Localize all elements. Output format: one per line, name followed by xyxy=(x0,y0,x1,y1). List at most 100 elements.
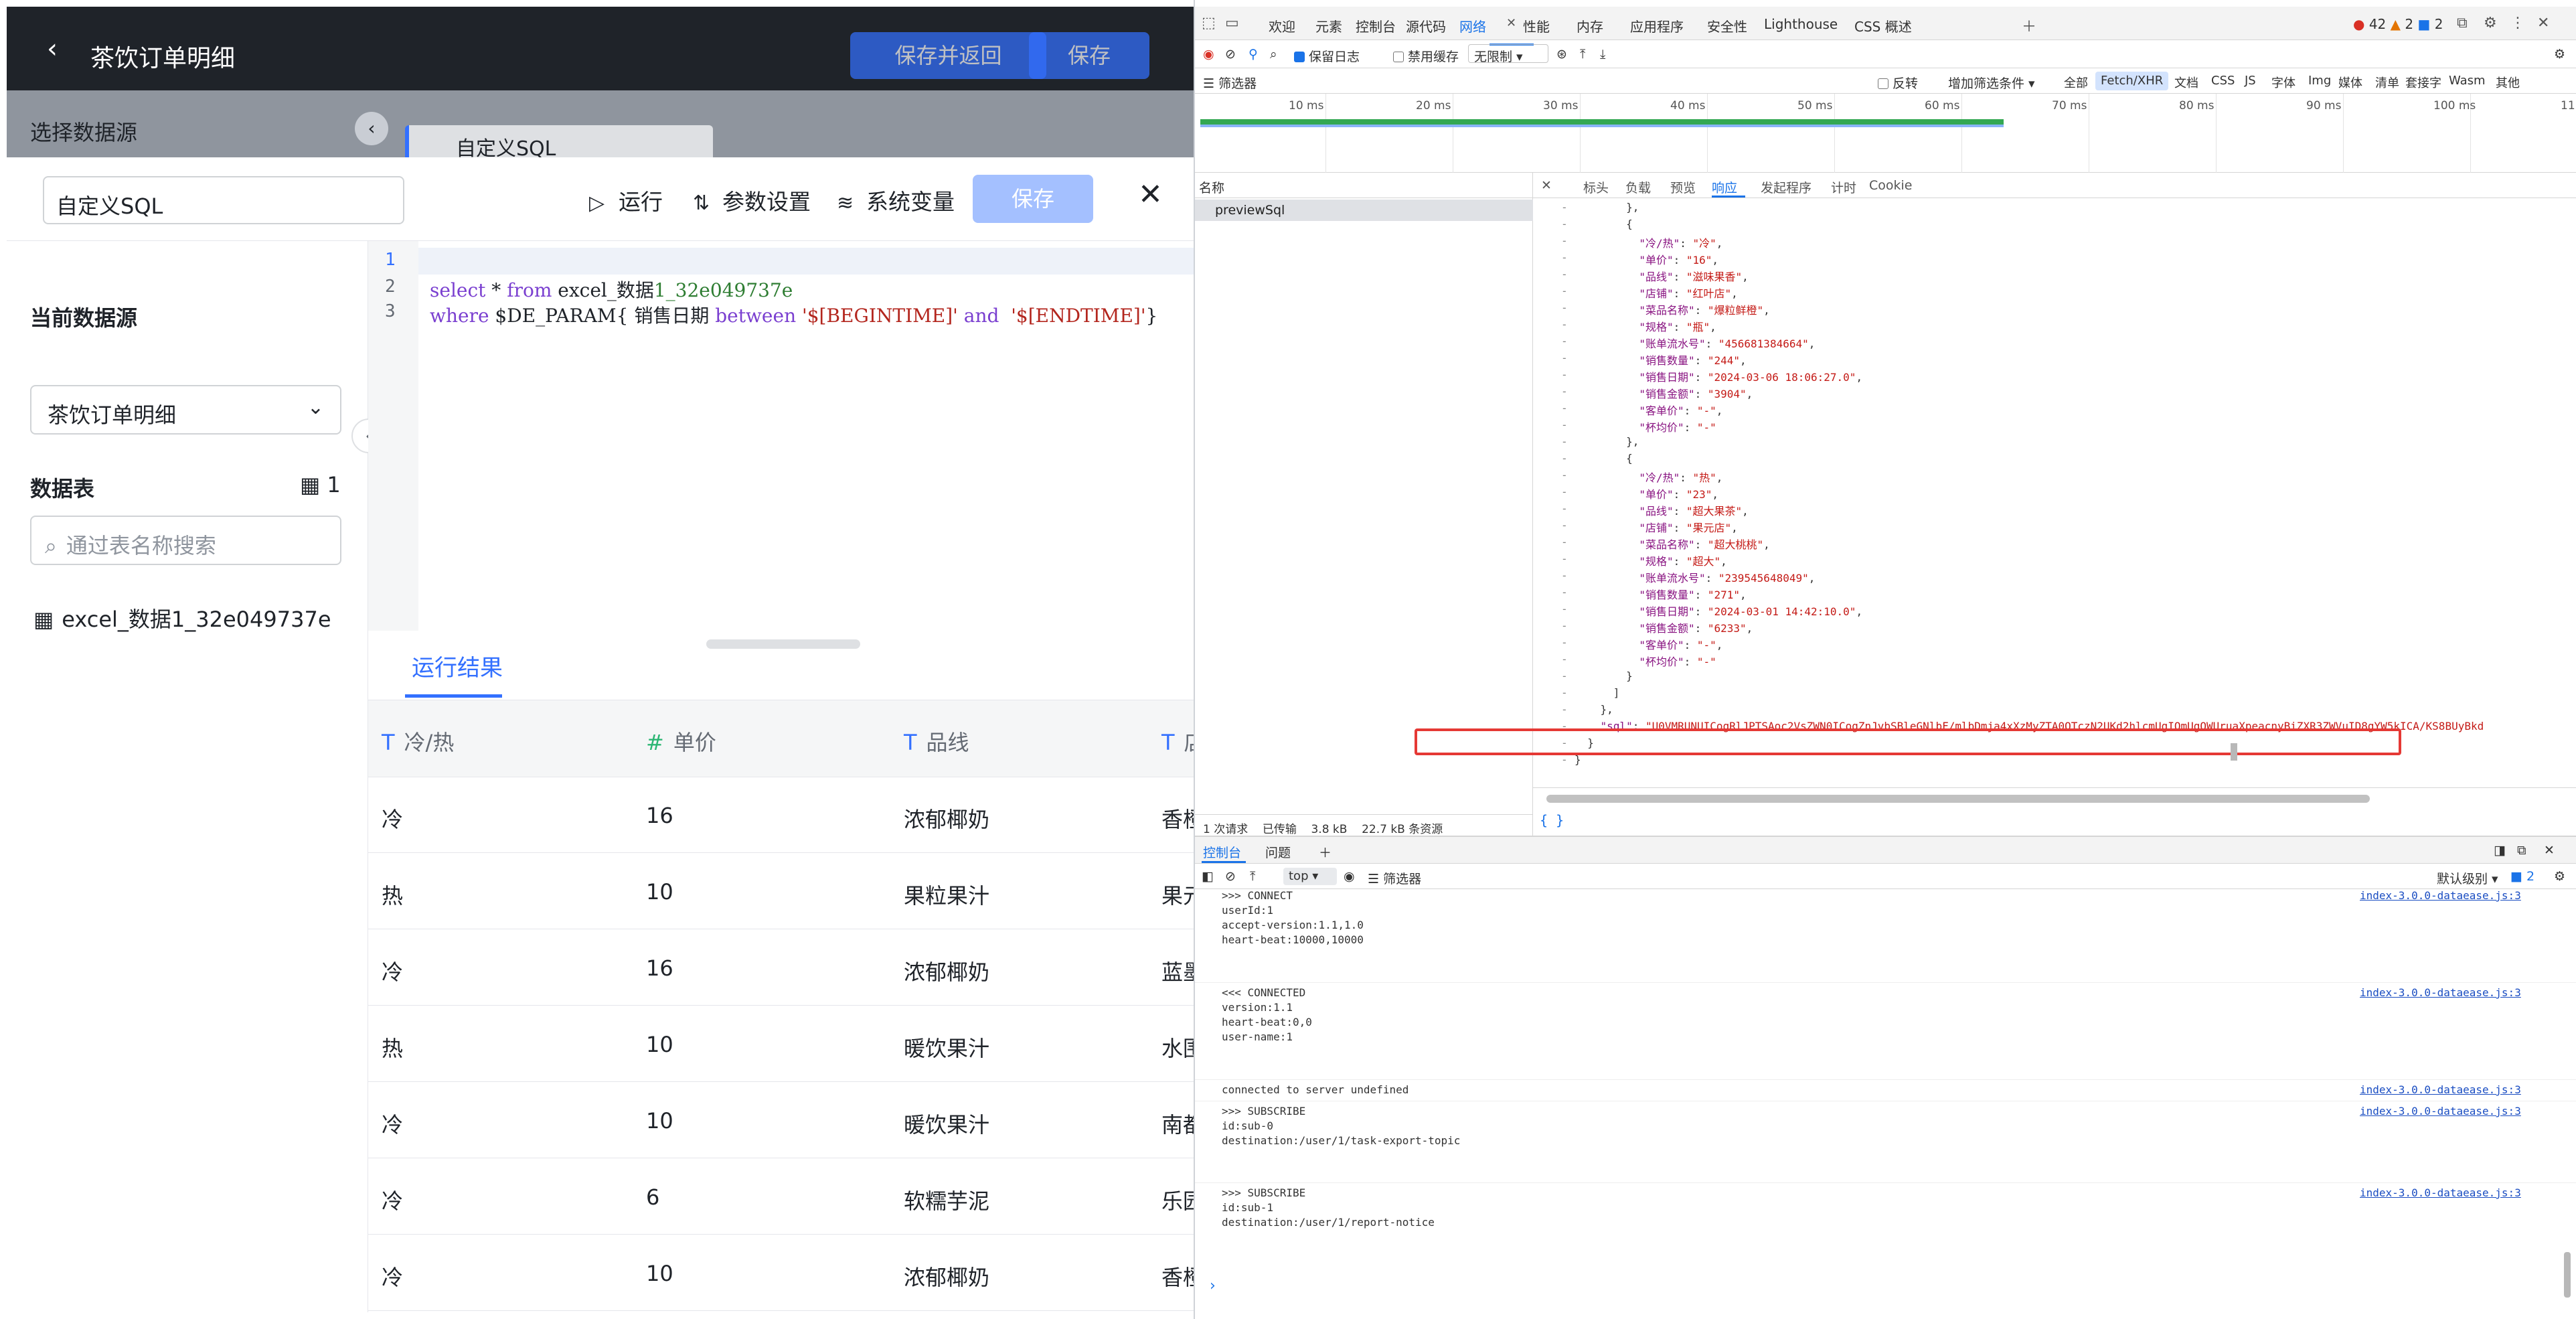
undock-icon[interactable]: ⧉ xyxy=(2517,843,2526,858)
clear-console-icon[interactable]: ⊘ xyxy=(1225,869,1236,884)
type-filter-button[interactable]: 全部 xyxy=(2059,72,2093,90)
close-details-icon[interactable]: ✕ xyxy=(1541,178,1552,193)
response-tab[interactable]: 负载 xyxy=(1625,178,1651,196)
context-select[interactable]: top ▾ xyxy=(1283,868,1337,885)
close-tab-icon[interactable]: ✕ xyxy=(1506,16,1516,30)
issues-badge[interactable]: ■ 2 xyxy=(2510,869,2534,884)
search-icon[interactable]: ⌕ xyxy=(1270,47,1277,62)
console-prompt[interactable]: › xyxy=(1210,1277,1216,1294)
network-settings-icon[interactable]: ⚙ xyxy=(2554,47,2565,62)
sql-name-input[interactable]: 自定义SQL xyxy=(43,176,404,224)
devtools-tab[interactable]: 网络 xyxy=(1459,16,1486,35)
close-drawer-icon[interactable]: ✕ xyxy=(2544,843,2555,858)
disable-cache-checkbox[interactable]: 禁用缓存 xyxy=(1393,47,1459,65)
table-search-input[interactable]: ⌕ 通过表名称搜索 xyxy=(30,516,341,565)
response-tab[interactable]: 预览 xyxy=(1670,178,1696,196)
collapse-left-icon[interactable]: ‹ xyxy=(355,112,388,145)
run-button[interactable]: ▷ 运行 xyxy=(589,184,663,216)
console-source-link[interactable]: index-3.0.0-dataease.js:3 xyxy=(2360,1105,2521,1117)
import-har-icon[interactable]: ⤒ xyxy=(1580,47,1585,62)
network-timeline[interactable]: 10 ms 20 ms 30 ms 40 ms 50 ms 60 ms 70 ms 80 ms… xyxy=(1195,94,2576,173)
table-row[interactable]: 冷 16 浓郁椰奶 蓝墨 xyxy=(368,930,1194,1006)
close-icon[interactable]: ✕ xyxy=(1138,177,1163,212)
param-settings-button[interactable]: ⇅ 参数设置 xyxy=(693,184,811,216)
type-filter-button[interactable]: Fetch/XHR xyxy=(2095,72,2169,90)
console-scrollbar[interactable] xyxy=(2564,1252,2571,1298)
log-level-select[interactable]: 默认级别 ▾ xyxy=(2437,869,2498,887)
table-row[interactable]: 热 10 果粒果汁 果元 xyxy=(368,854,1194,929)
response-tab[interactable]: 计时 xyxy=(1831,178,1856,196)
column-header[interactable]: T 品线 xyxy=(904,726,969,757)
issue-badges[interactable]: ● 42 ▲ 2 ■ 2 xyxy=(2353,16,2443,32)
table-row[interactable]: 冷 16 浓郁椰奶 香橙 xyxy=(368,777,1194,853)
save-and-return-button[interactable]: 保存并返回 xyxy=(850,32,1046,79)
add-tab-icon[interactable]: ＋ xyxy=(2022,15,2036,36)
system-variables-button[interactable]: ≋ 系统变量 xyxy=(837,184,955,216)
horizontal-scrollbar[interactable] xyxy=(1546,795,2370,803)
custom-sql-tab[interactable]: 自定义SQL xyxy=(405,125,713,159)
close-devtools-icon[interactable]: ✕ xyxy=(2537,15,2549,31)
response-tab[interactable]: 标头 xyxy=(1583,178,1609,196)
name-column-header[interactable]: 名称 xyxy=(1195,173,1533,198)
devtools-tab[interactable]: 欢迎 xyxy=(1269,16,1295,35)
drawer-save-button[interactable]: 保存 xyxy=(973,175,1093,223)
dock-icon[interactable]: ◨ xyxy=(2494,843,2506,858)
add-tab-icon[interactable]: ＋ xyxy=(1319,843,1332,861)
response-tab[interactable]: Cookie xyxy=(1869,178,1913,193)
type-filter-button[interactable]: Img xyxy=(2303,72,2336,90)
device-toolbar-icon[interactable]: ▭ xyxy=(1225,15,1239,31)
invert-checkbox[interactable]: 反转 xyxy=(1878,74,1918,92)
console-source-link[interactable]: index-3.0.0-dataease.js:3 xyxy=(2360,889,2521,902)
preserve-log-checkbox[interactable]: 保留日志 xyxy=(1294,47,1360,65)
type-filter-button[interactable]: JS xyxy=(2239,72,2261,90)
devtools-tab[interactable]: 内存 xyxy=(1577,16,1603,35)
vertical-scrollbar[interactable] xyxy=(2231,743,2237,761)
type-filter-button[interactable]: 套接字 xyxy=(2400,72,2447,90)
tab-console[interactable]: 控制台 xyxy=(1203,843,1241,861)
type-filter-button[interactable]: 其他 xyxy=(2490,72,2525,90)
network-conditions-icon[interactable]: ⊛ xyxy=(1556,47,1567,62)
type-filter-button[interactable]: CSS xyxy=(2206,72,2240,90)
sidebar-toggle-icon[interactable]: ◧ xyxy=(1202,869,1214,884)
type-filter-button[interactable]: 媒体 xyxy=(2333,72,2368,90)
save-button[interactable]: 保存 xyxy=(1029,32,1149,79)
customize-icon[interactable]: ⧉ xyxy=(2457,15,2468,31)
datasource-select[interactable]: 茶饮订单明细 ⌄ xyxy=(30,385,341,435)
filter-icon[interactable]: ⚲ xyxy=(1249,47,1258,62)
table-row[interactable]: 冷 10 浓郁椰奶 香橙 xyxy=(368,1235,1194,1311)
devtools-tab[interactable]: 源代码 xyxy=(1406,16,1446,35)
column-header[interactable]: T店 xyxy=(1161,726,1194,757)
table-row[interactable]: 热 10 暖饮果汁 水围 xyxy=(368,1006,1194,1082)
devtools-tab[interactable]: 性能 xyxy=(1523,16,1550,35)
response-tab[interactable]: 发起程序 xyxy=(1761,178,1812,196)
settings-gear-icon[interactable]: ⚙ xyxy=(2484,15,2497,31)
resize-handle[interactable] xyxy=(706,639,860,649)
devtools-tab[interactable]: Lighthouse xyxy=(1764,16,1838,32)
table-list-item[interactable]: ▦ excel_数据1_32e049737e xyxy=(33,603,331,633)
tab-run-results[interactable]: 运行结果 xyxy=(412,649,503,682)
inspect-icon[interactable]: ⬚ xyxy=(1202,15,1216,31)
devtools-tab[interactable]: 控制台 xyxy=(1356,16,1396,35)
column-header[interactable]: T 冷/热 xyxy=(382,726,454,757)
filter-input[interactable]: ☰ 筛选器 xyxy=(1203,74,1257,92)
devtools-tab[interactable]: 元素 xyxy=(1315,16,1342,35)
export-har-icon[interactable]: ⤓ xyxy=(1600,47,1605,62)
column-header[interactable]: # 单价 xyxy=(646,726,716,757)
clear-icon[interactable]: ⊘ xyxy=(1225,47,1236,62)
type-filter-button[interactable]: Wasm xyxy=(2443,72,2491,90)
table-row[interactable]: 冷 10 暖饮果汁 南都 xyxy=(368,1083,1194,1158)
response-tab[interactable]: 响应 xyxy=(1712,178,1737,196)
console-source-link[interactable]: index-3.0.0-dataease.js:3 xyxy=(2360,1083,2521,1096)
sql-editor[interactable]: 1 2 3 select * from excel_数据1_32e049737e… xyxy=(368,241,1194,631)
back-arrow-icon[interactable]: ‹ xyxy=(47,33,58,64)
devtools-tab[interactable]: 安全性 xyxy=(1707,16,1747,35)
console-source-link[interactable]: index-3.0.0-dataease.js:3 xyxy=(2360,986,2521,999)
eager-eval-icon[interactable]: ⤒ xyxy=(1250,869,1255,884)
devtools-tab[interactable]: CSS 概述 xyxy=(1854,16,1912,35)
response-json-view[interactable]: - }, - {- "冷/热": "冷", - "单价": "16", - "品线":… xyxy=(1533,198,2567,787)
type-filter-button[interactable]: 文档 xyxy=(2169,72,2204,90)
devtools-tab[interactable]: 应用程序 xyxy=(1630,16,1684,35)
more-filters-dropdown[interactable]: 增加筛选条件 ▾ xyxy=(1948,74,2035,92)
tab-issues[interactable]: 问题 xyxy=(1265,843,1291,861)
record-icon[interactable]: ◉ xyxy=(1203,47,1214,62)
